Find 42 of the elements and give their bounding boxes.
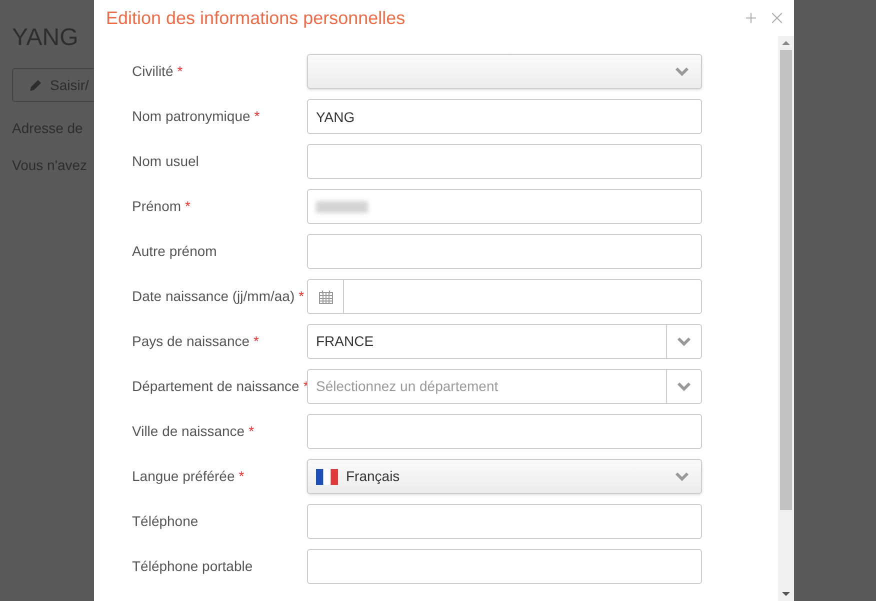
required-mark: * [185, 197, 190, 216]
input-field[interactable] [307, 504, 702, 539]
field-label: Pays de naissance [132, 332, 250, 351]
field-label: Département de naissance [132, 377, 300, 396]
combo-field[interactable]: FRANCE [307, 324, 702, 359]
field-label: Civilité [132, 62, 174, 81]
input-field[interactable]: YANG [307, 99, 702, 134]
plus-icon[interactable] [746, 13, 756, 23]
chevron-down-icon [675, 67, 689, 76]
input-field[interactable] [307, 234, 702, 269]
required-mark: * [238, 467, 244, 486]
field-label: Ville de naissance [132, 422, 245, 441]
field-label: Autre prénom [132, 242, 217, 261]
flag-icon [316, 468, 338, 484]
input-field[interactable] [307, 189, 702, 224]
required-mark: * [254, 332, 259, 351]
chevron-down-icon [677, 382, 691, 391]
pencil-icon [29, 78, 42, 92]
date-field[interactable] [307, 279, 702, 314]
scrollbar[interactable] [778, 36, 794, 601]
required-mark: * [298, 287, 304, 306]
chevron-down-icon [675, 472, 689, 481]
field-label: Nom usuel [132, 152, 199, 171]
required-mark: * [254, 107, 260, 126]
field-label: Téléphone portable [132, 557, 253, 576]
blurred-value [316, 200, 368, 212]
field-label: Téléphone [132, 512, 198, 531]
required-mark: * [248, 422, 254, 441]
field-label: Prénom [132, 197, 182, 216]
field-label: Date naissance (jj/mm/aa) [132, 287, 295, 306]
close-icon[interactable] [772, 13, 782, 23]
input-field[interactable] [307, 414, 702, 449]
field-label: Nom patronymique [132, 107, 250, 126]
input-field[interactable] [307, 549, 702, 584]
language-select[interactable]: Français [307, 459, 702, 494]
field-label: Langue préférée [132, 467, 235, 486]
required-mark: * [177, 62, 183, 81]
calendar-icon [318, 290, 332, 304]
select-field[interactable] [307, 54, 702, 89]
input-field[interactable] [307, 144, 702, 179]
dialog-title: Edition des informations personnelles [106, 6, 406, 30]
chevron-down-icon [677, 337, 691, 346]
